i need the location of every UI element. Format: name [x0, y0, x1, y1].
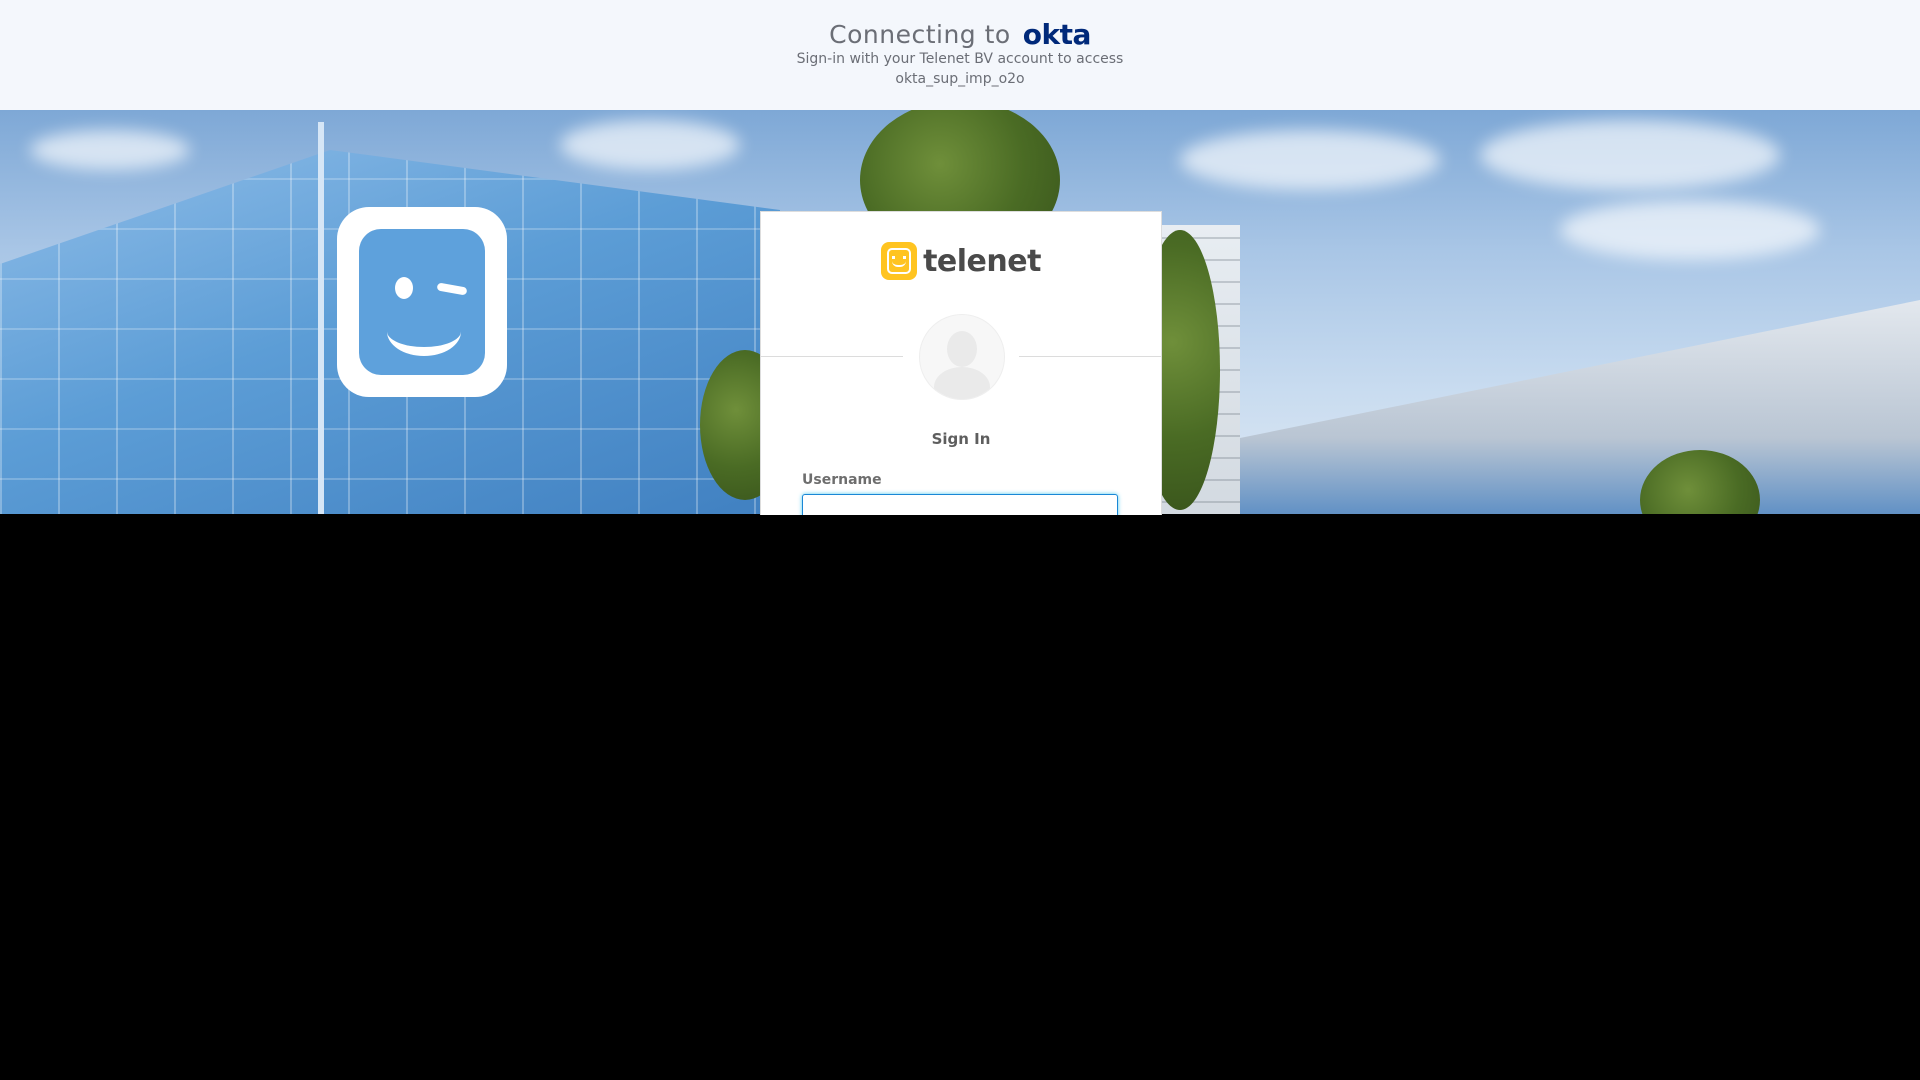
- header-subtitle-line2: okta_sup_imp_o2o: [895, 71, 1025, 87]
- okta-logo: okta: [1022, 18, 1092, 51]
- connecting-line: Connecting to okta: [0, 18, 1920, 51]
- user-avatar-icon: [919, 314, 1005, 400]
- header-subtitle-line1: Sign-in with your Telenet BV account to …: [796, 51, 1124, 67]
- sign-in-card: telenet Sign In Username: [760, 211, 1162, 515]
- connecting-text: Connecting to: [829, 20, 1011, 49]
- telenet-brand: telenet: [761, 242, 1161, 280]
- telenet-smiley-icon: [881, 242, 918, 280]
- divider-right: [1019, 356, 1161, 357]
- wink-logo-icon: [337, 207, 507, 397]
- telenet-brand-name: telenet: [923, 243, 1041, 279]
- username-input[interactable]: [802, 494, 1118, 515]
- username-label: Username: [802, 472, 882, 488]
- divider-left: [761, 356, 903, 357]
- connecting-header: Connecting to okta Sign-in with your Tel…: [0, 0, 1920, 111]
- sign-in-title: Sign In: [931, 430, 991, 448]
